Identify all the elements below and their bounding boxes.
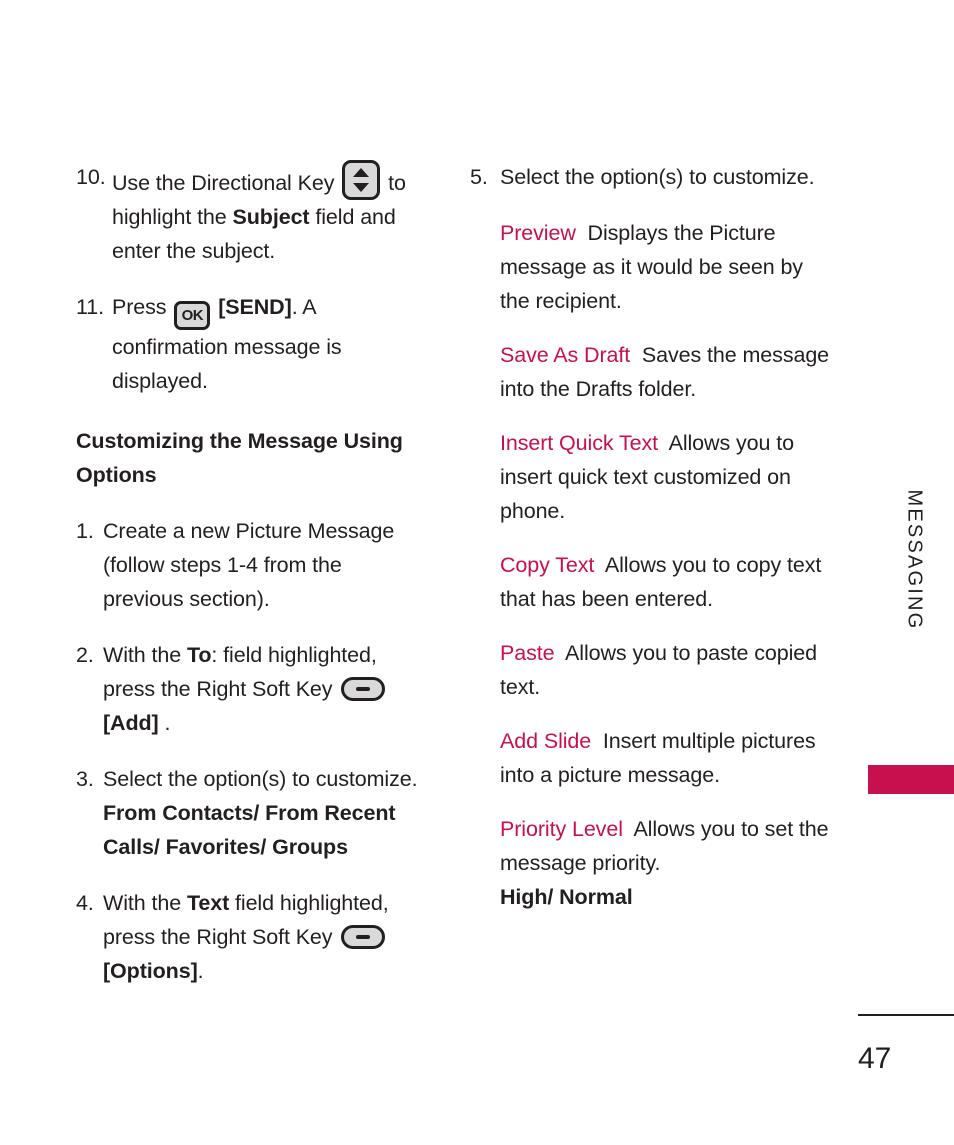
- dash-icon: [356, 935, 371, 939]
- list-item: 10. Use the Directional Key to highlight …: [76, 160, 428, 268]
- option-name: Add Slide: [500, 729, 592, 753]
- option-entry: Paste Allows you to paste copied text.: [500, 636, 830, 704]
- option-entry: Add Slide Insert multiple pictures into …: [500, 724, 830, 792]
- option-name: Save As Draft: [500, 343, 631, 367]
- option-name: Paste: [500, 641, 555, 665]
- step-bold-term: [SEND]: [218, 295, 292, 319]
- step-bold-label: [Options]: [103, 959, 198, 983]
- left-column: 10. Use the Directional Key to highlight …: [76, 160, 428, 1010]
- step-number: 3.: [76, 767, 94, 791]
- soft-key-icon: [341, 677, 386, 701]
- triangle-up-icon: [353, 168, 370, 177]
- list-item: 5. Select the option(s) to customize.: [470, 160, 830, 194]
- step-text: Create a new Picture Message (follow ste…: [103, 519, 395, 611]
- option-name: Priority Level: [500, 817, 623, 841]
- step-number: 2.: [76, 643, 94, 667]
- step-number: 11.: [76, 295, 104, 319]
- step-text: Select the option(s) to customize.: [103, 767, 418, 791]
- triangle-down-icon: [353, 183, 370, 192]
- option-entry: Save As Draft Saves the message into the…: [500, 338, 830, 406]
- option-entry: Priority Level Allows you to set the mes…: [500, 812, 830, 914]
- option-name: Preview: [500, 221, 576, 245]
- list-item: 1. Create a new Picture Message (follow s…: [76, 514, 428, 616]
- step-text-before-icon: Use the Directional Key: [112, 171, 341, 195]
- step-number: 1.: [76, 519, 94, 543]
- step-text-before-bold: With the: [103, 891, 187, 915]
- option-entry: Insert Quick Text Allows you to insert q…: [500, 426, 830, 528]
- option-entry: Preview Displays the Picture message as …: [500, 216, 830, 318]
- directional-key-icon: [342, 160, 381, 200]
- soft-key-icon: [341, 925, 386, 949]
- right-column: 5. Select the option(s) to customize. Pre…: [470, 160, 830, 934]
- option-values: High/ Normal: [500, 885, 633, 909]
- step-text-before-bold: With the: [103, 643, 187, 667]
- step-bold-term: Subject: [232, 205, 310, 229]
- step-text-before-icon: Press: [112, 295, 173, 319]
- step-number: 5.: [470, 165, 488, 189]
- step-text-tail: .: [197, 959, 204, 983]
- step-text-tail: .: [158, 711, 171, 735]
- page-number: 47: [858, 1042, 892, 1075]
- section-heading: Customizing the Message Using Options: [76, 429, 403, 487]
- list-item: 3. Select the option(s) to customize. From…: [76, 762, 428, 864]
- footer-divider: [858, 1014, 954, 1016]
- step-bold-values: From Contacts/ From Recent Calls/ Favori…: [103, 801, 396, 859]
- list-item: 11. Press OK [SEND]. A confirmation messa…: [76, 290, 428, 398]
- side-tab-bar: [868, 765, 954, 794]
- option-entry: Copy Text Allows you to copy text that h…: [500, 548, 830, 616]
- step-number: 4.: [76, 891, 94, 915]
- manual-page: 10. Use the Directional Key to highlight …: [0, 0, 954, 1145]
- dash-icon: [356, 687, 371, 691]
- ok-key-icon: OK: [174, 301, 211, 330]
- step-bold-term: Text: [186, 891, 230, 915]
- list-item: 4. With the Text field highlighted, press…: [76, 886, 428, 988]
- list-item: 2. With the To: field highlighted, press …: [76, 638, 428, 740]
- step-text: Select the option(s) to customize.: [500, 165, 815, 189]
- side-tab-label: MESSAGING: [903, 489, 926, 631]
- step-bold-term: To: [186, 643, 212, 667]
- option-name: Copy Text: [500, 553, 595, 577]
- step-bold-label: [Add]: [103, 711, 159, 735]
- option-name: Insert Quick Text: [500, 431, 659, 455]
- step-number: 10.: [76, 165, 106, 189]
